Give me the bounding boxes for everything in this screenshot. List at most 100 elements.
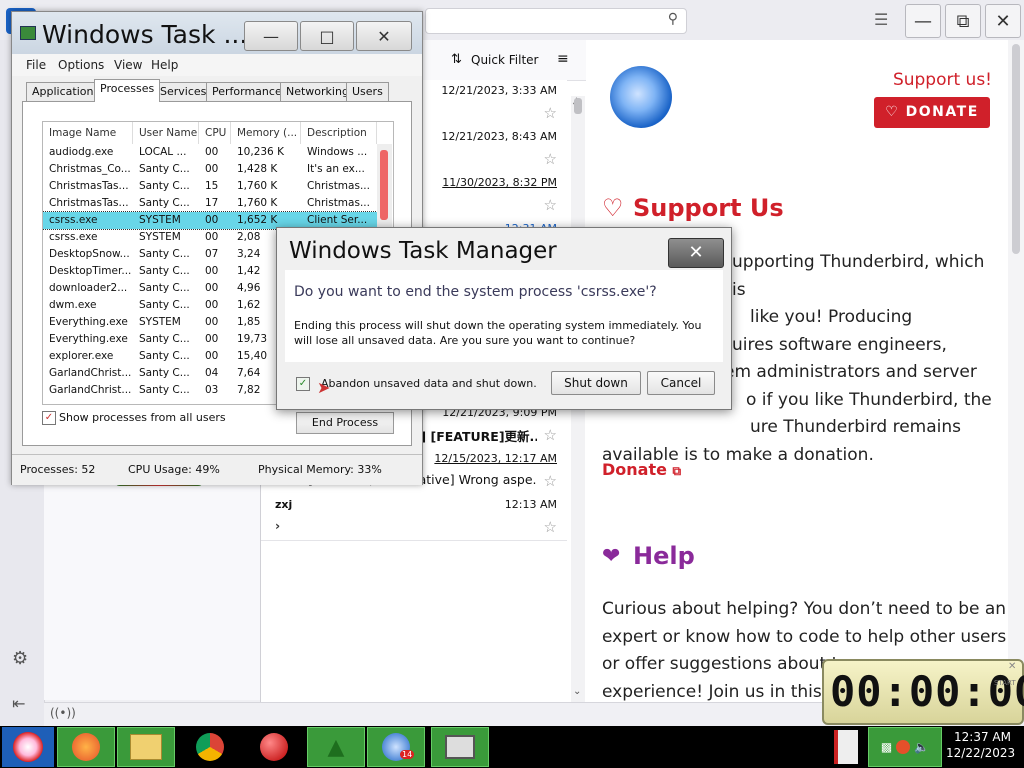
- process-cpu: 00: [205, 299, 219, 311]
- process-user-name: Santy C...: [139, 180, 190, 192]
- tray-date[interactable]: 12/22/2023: [946, 746, 1015, 760]
- menu-file[interactable]: File: [26, 58, 46, 72]
- quick-filter-icon[interactable]: ⇅: [451, 52, 462, 67]
- external-link-icon: ⧉: [672, 464, 682, 478]
- abandon-data-checkbox[interactable]: ✓: [296, 377, 310, 391]
- process-row[interactable]: ChristmasTas... Santy C... 15 1,760 K Christ…: [43, 178, 377, 195]
- column-user-name[interactable]: User Name: [133, 122, 199, 144]
- timer-start-label[interactable]: START: [994, 679, 1016, 687]
- taskbar-ornament[interactable]: [244, 727, 304, 767]
- task-manager-titlebar[interactable]: Windows Task ... — □ ✕: [12, 12, 422, 54]
- help-line: Curious about helping? You don’t need to…: [602, 599, 1007, 619]
- processes-count: Processes: 52: [20, 463, 96, 476]
- taskbar-explorer[interactable]: [117, 727, 175, 767]
- donate-button[interactable]: ♡ DONATE: [874, 97, 990, 128]
- taskbar-chrome[interactable]: [180, 727, 240, 767]
- close-button[interactable]: ✕: [356, 21, 412, 51]
- scroll-thumb[interactable]: [574, 98, 582, 114]
- tray-firefox-icon: [896, 740, 911, 754]
- santa-icon: [13, 732, 43, 762]
- process-cpu: 07: [205, 248, 219, 260]
- support-us-link[interactable]: Support us!: [893, 70, 992, 90]
- message-row[interactable]: zxj 12:13 AM › ☆: [261, 494, 567, 541]
- star-icon[interactable]: ☆: [544, 426, 557, 444]
- start-button[interactable]: [2, 727, 54, 767]
- minimize-button[interactable]: —: [244, 21, 298, 51]
- column-description[interactable]: Description: [301, 122, 377, 144]
- online-status-icon[interactable]: ((•)): [50, 706, 76, 720]
- process-user-name: SYSTEM: [139, 214, 181, 226]
- handshake-heart-icon: ❤: [602, 544, 621, 569]
- message-date: 11/30/2023, 8:32 PM: [442, 176, 557, 189]
- taskbar-thunderbird[interactable]: 14: [367, 727, 425, 767]
- app-menu-icon[interactable]: ☰: [874, 10, 888, 29]
- mail-badge: 14: [400, 750, 415, 759]
- tab-services[interactable]: Services: [154, 82, 213, 101]
- star-icon[interactable]: ☆: [544, 472, 557, 490]
- folder-icon: [130, 734, 162, 760]
- show-all-users-checkbox[interactable]: ✓: [42, 411, 56, 425]
- process-image-name: Everything.exe: [49, 333, 128, 345]
- timer-close-icon[interactable]: ✕: [1008, 661, 1016, 672]
- scroll-down-arrow[interactable]: ⌄: [573, 686, 581, 697]
- process-memory: 1,760 K: [237, 180, 278, 192]
- thread-chevron-icon[interactable]: ›: [275, 518, 280, 533]
- process-cpu: 00: [205, 265, 219, 277]
- search-input[interactable]: ⚲: [425, 8, 687, 34]
- process-memory: 1,760 K: [237, 197, 278, 209]
- quick-filter-button[interactable]: Quick Filter: [471, 53, 538, 67]
- cancel-button[interactable]: Cancel: [647, 371, 715, 395]
- menu-view[interactable]: View: [114, 58, 142, 72]
- tab-processes[interactable]: Processes: [94, 79, 161, 102]
- tab-performance[interactable]: Performance: [206, 82, 288, 101]
- restore-button[interactable]: ⧉: [945, 4, 981, 38]
- process-memory: 1,428 K: [237, 163, 278, 175]
- dialog-title: Windows Task Manager: [289, 238, 557, 264]
- column-image-name[interactable]: Image Name: [43, 122, 133, 144]
- minimize-button[interactable]: —: [905, 4, 941, 38]
- close-button[interactable]: ✕: [985, 4, 1021, 38]
- star-icon[interactable]: ☆: [544, 150, 557, 168]
- taskbar-christmas-tree[interactable]: ▲: [307, 727, 365, 767]
- process-row[interactable]: Christmas_Co... Santy C... 00 1,428 K It's a…: [43, 161, 377, 178]
- search-icon[interactable]: ⚲: [668, 11, 678, 27]
- scroll-thumb[interactable]: [380, 150, 388, 220]
- star-icon[interactable]: ☆: [544, 104, 557, 122]
- shut-down-button[interactable]: Shut down: [551, 371, 641, 395]
- end-process-dialog: Windows Task Manager ✕ Do you want to en…: [276, 227, 732, 410]
- process-image-name: DesktopSnow...: [49, 248, 130, 260]
- dialog-close-button[interactable]: ✕: [668, 238, 724, 268]
- maximize-button[interactable]: □: [300, 21, 354, 51]
- tray-time[interactable]: 12:37 AM: [954, 730, 1011, 744]
- process-image-name: GarlandChrist...: [49, 384, 132, 396]
- settings-icon[interactable]: ⚙: [12, 648, 28, 669]
- display-options-icon[interactable]: ≡: [557, 51, 569, 67]
- end-process-button[interactable]: End Process: [296, 412, 394, 434]
- process-row[interactable]: audiodg.exe LOCAL ... 00 10,236 K Windows ..…: [43, 144, 377, 161]
- process-user-name: Santy C...: [139, 265, 190, 277]
- support-scrollbar[interactable]: [1008, 40, 1024, 702]
- message-date: 12:13 AM: [504, 498, 557, 511]
- process-cpu: 00: [205, 214, 219, 226]
- donate-link[interactable]: Donate ⧉: [602, 460, 681, 479]
- tab-users[interactable]: Users: [346, 82, 389, 101]
- menu-options[interactable]: Options: [58, 58, 104, 72]
- timer-gadget[interactable]: 00:00:00 START ✕: [822, 659, 1024, 725]
- tab-networking[interactable]: Networking: [280, 82, 355, 101]
- scroll-thumb[interactable]: [1012, 44, 1020, 254]
- process-row[interactable]: ChristmasTas... Santy C... 17 1,760 K Christ…: [43, 195, 377, 212]
- column-cpu[interactable]: CPU: [199, 122, 231, 144]
- column-memory[interactable]: Memory (...: [231, 122, 301, 144]
- menu-help[interactable]: Help: [151, 58, 178, 72]
- taskbar-task-manager[interactable]: [431, 727, 489, 767]
- process-image-name: dwm.exe: [49, 299, 97, 311]
- tray-icons[interactable]: ▩ 🔈: [868, 727, 942, 767]
- tray-show-desktop[interactable]: [834, 730, 858, 764]
- taskbar-firefox-task-manager[interactable]: [57, 727, 115, 767]
- star-icon[interactable]: ☆: [544, 196, 557, 214]
- process-cpu: 00: [205, 163, 219, 175]
- message-sender: zxj: [275, 498, 293, 511]
- star-icon[interactable]: ☆: [544, 518, 557, 536]
- collapse-icon[interactable]: ⇤: [12, 694, 25, 713]
- donate-link-label: Donate: [602, 460, 667, 479]
